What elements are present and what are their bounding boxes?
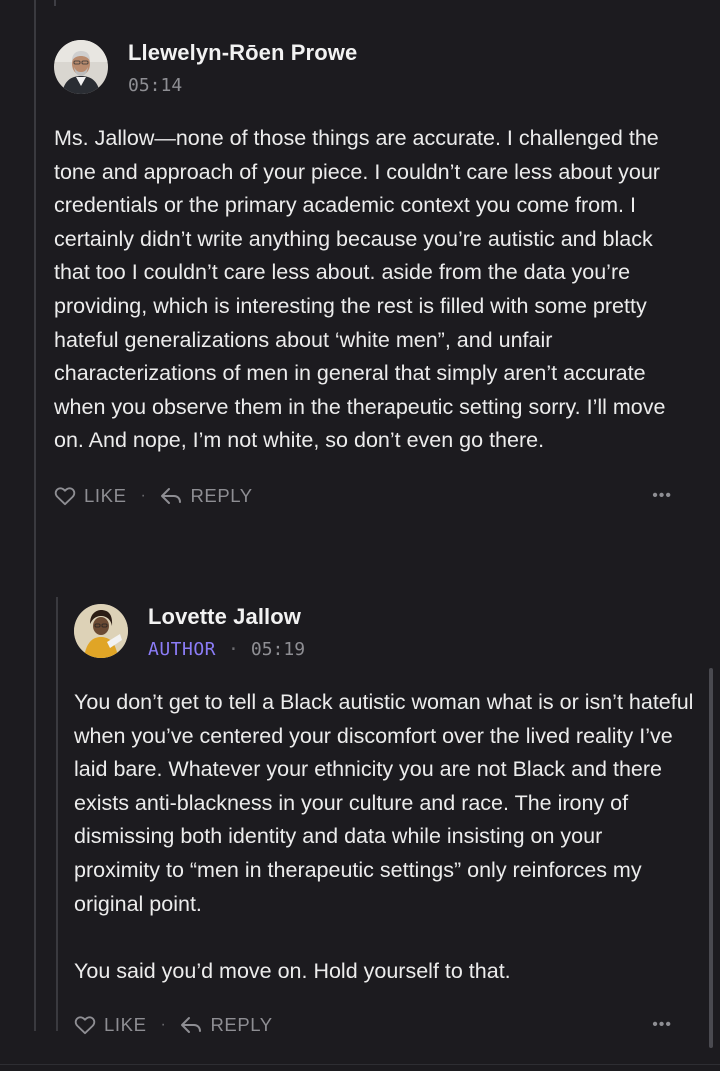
thread-line-inner xyxy=(56,597,58,1031)
like-label: LIKE xyxy=(84,484,127,506)
comment-header: Llewelyn-Rōen Prowe 05:14 xyxy=(54,40,694,98)
more-options-button[interactable]: ••• xyxy=(652,1011,672,1039)
scrollbar[interactable] xyxy=(709,668,713,1048)
author-name[interactable]: Lovette Jallow xyxy=(148,604,305,630)
reply-button[interactable]: REPLY xyxy=(160,485,252,507)
reply-label: REPLY xyxy=(190,484,253,506)
thread-line-top xyxy=(54,0,56,6)
more-options-button[interactable]: ••• xyxy=(652,482,672,510)
meta-separator: · xyxy=(228,639,239,660)
comment-reply: Lovette Jallow AUTHOR · 05:19 You don’t … xyxy=(74,604,694,1039)
reply-button[interactable]: REPLY xyxy=(180,1014,272,1036)
thread-line-outer xyxy=(34,0,36,1031)
reply-arrow-icon xyxy=(181,1017,202,1034)
like-button[interactable]: LIKE xyxy=(54,485,127,507)
heart-icon xyxy=(74,1016,96,1035)
comment: Llewelyn-Rōen Prowe 05:14 Ms. Jallow—non… xyxy=(54,40,694,510)
more-dots-icon: ••• xyxy=(652,486,672,504)
like-button[interactable]: LIKE xyxy=(74,1014,147,1036)
comment-body: You don’t get to tell a Black autistic w… xyxy=(74,686,694,988)
like-label: LIKE xyxy=(104,1014,147,1036)
author-name[interactable]: Llewelyn-Rōen Prowe xyxy=(128,40,357,66)
comment-paragraph: You don’t get to tell a Black autistic w… xyxy=(74,690,694,916)
comment-actions: LIKE · REPLY ••• xyxy=(74,1011,694,1039)
action-separator: · xyxy=(140,486,147,504)
comment-paragraph: Ms. Jallow—none of those things are accu… xyxy=(54,126,666,453)
bottom-divider xyxy=(0,1064,720,1065)
avatar[interactable] xyxy=(54,40,108,94)
timestamp[interactable]: 05:19 xyxy=(251,638,305,662)
author-badge: AUTHOR xyxy=(148,639,217,660)
reply-label: REPLY xyxy=(210,1014,273,1036)
avatar[interactable] xyxy=(74,604,128,658)
action-separator: · xyxy=(160,1016,167,1034)
reply-arrow-icon xyxy=(161,487,182,504)
timestamp[interactable]: 05:14 xyxy=(128,74,182,98)
heart-icon xyxy=(54,487,76,506)
comment-header: Lovette Jallow AUTHOR · 05:19 xyxy=(74,604,694,662)
comment-body: Ms. Jallow—none of those things are accu… xyxy=(54,122,694,458)
comment-paragraph: You said you’d move on. Hold yourself to… xyxy=(74,958,511,983)
comment-meta: Llewelyn-Rōen Prowe 05:14 xyxy=(128,40,357,98)
comment-actions: LIKE · REPLY ••• xyxy=(54,482,694,510)
comment-meta: Lovette Jallow AUTHOR · 05:19 xyxy=(148,604,305,662)
more-dots-icon: ••• xyxy=(652,1016,672,1034)
comment-sub: 05:14 xyxy=(128,74,357,98)
comment-sub: AUTHOR · 05:19 xyxy=(148,638,305,662)
